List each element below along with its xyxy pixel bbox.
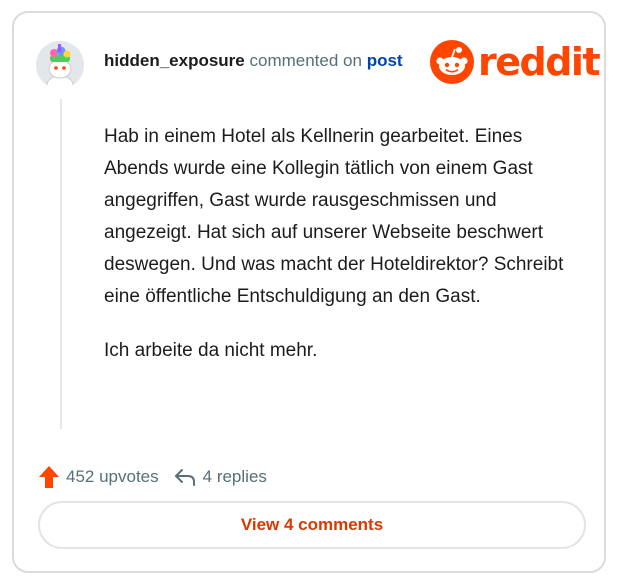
post-link[interactable]: post	[367, 51, 403, 70]
user-avatar[interactable]	[36, 41, 84, 89]
upvotes-count: 452 upvotes	[66, 467, 159, 486]
replies[interactable]: 4 replies	[173, 466, 267, 488]
reddit-logo[interactable]: reddit	[430, 39, 601, 85]
thread-line[interactable]	[60, 99, 62, 429]
comment-paragraph: Hab in einem Hotel als Kellnerin gearbei…	[104, 126, 564, 307]
comment-footer: 452 upvotes 4 replies	[38, 463, 267, 491]
comment-paragraph: Ich arbeite da nicht mehr.	[104, 340, 318, 361]
comment-body: Hab in einem Hotel als Kellnerin gearbei…	[104, 121, 574, 389]
action-text: commented on	[249, 51, 362, 70]
upvote-arrow-icon[interactable]	[38, 465, 60, 489]
comment-header: hidden_exposure commented on post	[104, 51, 403, 71]
view-comments-button[interactable]: View 4 comments	[38, 501, 586, 549]
reddit-snoo-icon	[430, 40, 474, 84]
comment-card: hidden_exposure commented on post reddit…	[12, 11, 606, 573]
replies-count: 4 replies	[202, 467, 267, 486]
reddit-wordmark: reddit	[478, 40, 601, 84]
reply-arrow-icon[interactable]	[173, 466, 197, 488]
username[interactable]: hidden_exposure	[104, 51, 245, 70]
